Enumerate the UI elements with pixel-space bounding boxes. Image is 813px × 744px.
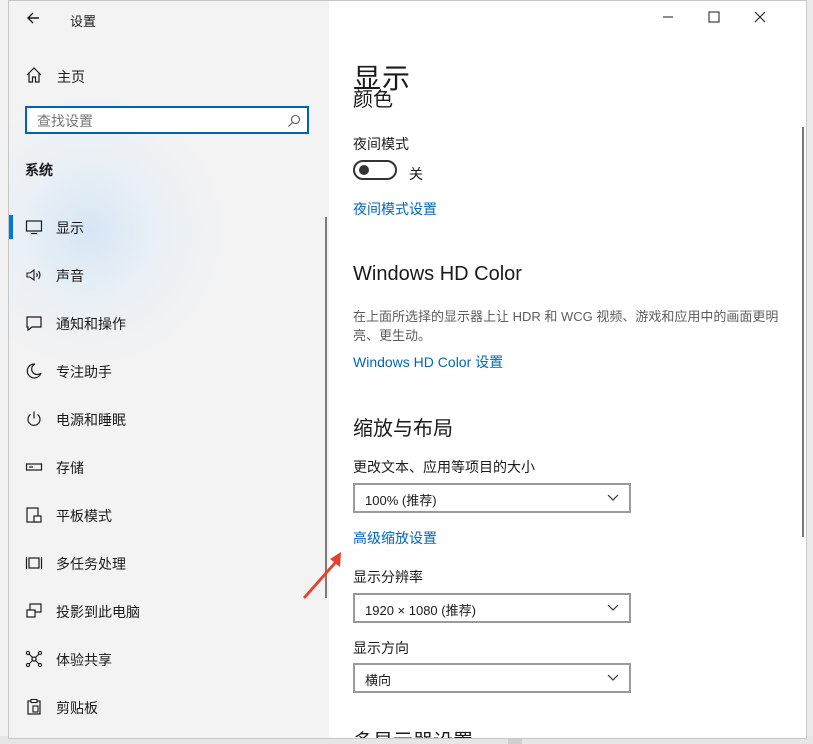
color-heading-text: 颜色 xyxy=(353,89,393,111)
project-icon xyxy=(26,603,42,618)
sidebar-item-focus-assist[interactable]: 专注助手 xyxy=(9,347,329,395)
moon-icon xyxy=(26,363,42,379)
sidebar-item-label: 多任务处理 xyxy=(56,556,126,572)
night-mode-label: 夜间模式 xyxy=(353,136,409,152)
sidebar-item-label: 剪贴板 xyxy=(56,700,98,716)
sidebar-item-tablet-mode[interactable]: 平板模式 xyxy=(9,491,329,539)
settings-window: 设置 主页 系统 显示 xyxy=(8,0,807,739)
advanced-scaling-link[interactable]: 高级缩放设置 xyxy=(353,528,437,548)
sidebar-item-label: 显示 xyxy=(56,220,84,236)
text-size-value: 100% (推荐) xyxy=(365,493,437,508)
sidebar-item-project-to-pc[interactable]: 投影到此电脑 xyxy=(9,587,329,635)
back-arrow-icon[interactable] xyxy=(23,7,45,29)
close-icon[interactable] xyxy=(752,9,768,25)
chevron-down-icon xyxy=(607,494,619,501)
chevron-down-icon xyxy=(607,604,619,611)
share-icon xyxy=(25,650,43,668)
multitask-icon xyxy=(25,557,43,569)
night-mode-toggle[interactable] xyxy=(353,160,397,180)
minimize-icon[interactable] xyxy=(660,9,676,25)
night-mode-state: 关 xyxy=(409,166,423,182)
resolution-dropdown[interactable]: 1920 × 1080 (推荐) xyxy=(353,593,631,623)
sidebar-item-label: 专注助手 xyxy=(56,364,112,380)
hdr-settings-link[interactable]: Windows HD Color 设置 xyxy=(353,352,503,372)
text-size-label: 更改文本、应用等项目的大小 xyxy=(353,459,535,475)
storage-icon xyxy=(25,463,43,471)
search-icon[interactable] xyxy=(287,114,301,128)
orientation-label: 显示方向 xyxy=(353,640,409,656)
home-icon xyxy=(26,67,42,83)
sidebar-item-label: 电源和睡眠 xyxy=(56,412,126,428)
orientation-dropdown[interactable]: 横向 xyxy=(353,663,631,693)
sidebar-item-label: 平板模式 xyxy=(56,508,112,524)
notification-icon xyxy=(26,316,42,332)
sidebar-scrollbar[interactable] xyxy=(325,217,327,598)
sidebar-item-display[interactable]: 显示 xyxy=(9,203,329,251)
window-controls xyxy=(656,1,806,33)
search-input[interactable] xyxy=(35,111,279,131)
selected-indicator xyxy=(9,215,13,239)
sidebar-nav: 显示 声音 通知和操作 专注助手 电源和睡眠 存储 平板模式 多任务处理 投影到… xyxy=(9,203,329,731)
sidebar-item-label: 投影到此电脑 xyxy=(56,604,140,620)
sidebar-item-label: 存储 xyxy=(56,460,84,476)
section-heading-system: 系统 xyxy=(25,162,53,178)
sidebar: 设置 主页 系统 显示 xyxy=(9,1,329,738)
sidebar-item-notifications[interactable]: 通知和操作 xyxy=(9,299,329,347)
hdr-description: 在上面所选择的显示器上让 HDR 和 WCG 视频、游戏和应用中的画面更明亮、更… xyxy=(353,309,779,343)
main-scrollbar[interactable] xyxy=(802,127,804,537)
sidebar-item-label: 声音 xyxy=(56,268,84,284)
home-label: 主页 xyxy=(57,69,85,85)
resolution-label: 显示分辨率 xyxy=(353,569,423,585)
search-box[interactable] xyxy=(25,106,309,134)
multi-display-heading: 多显示器设置 xyxy=(353,725,473,738)
chevron-down-icon xyxy=(607,674,619,681)
speaker-icon xyxy=(26,268,41,282)
sidebar-item-clipboard[interactable]: 剪贴板 xyxy=(9,683,329,731)
sidebar-item-shared-experiences[interactable]: 体验共享 xyxy=(9,635,329,683)
sidebar-item-home[interactable]: 主页 xyxy=(9,62,329,90)
resolution-value: 1920 × 1080 (推荐) xyxy=(365,603,476,618)
sidebar-item-label: 通知和操作 xyxy=(56,316,126,332)
clipboard-icon xyxy=(27,698,41,715)
main-content: 显示 颜色 夜间模式 关 夜间模式设置 Windows HD Color 在上面… xyxy=(329,1,806,738)
hdr-heading: Windows HD Color xyxy=(353,263,522,285)
sidebar-item-sound[interactable]: 声音 xyxy=(9,251,329,299)
window-title: 设置 xyxy=(70,14,97,29)
sidebar-item-label: 体验共享 xyxy=(56,652,112,668)
night-mode-settings-link[interactable]: 夜间模式设置 xyxy=(353,199,437,219)
sidebar-item-power-sleep[interactable]: 电源和睡眠 xyxy=(9,395,329,443)
scale-layout-heading: 缩放与布局 xyxy=(353,418,453,440)
monitor-icon xyxy=(25,220,43,235)
annotation-arrow-icon xyxy=(303,552,341,599)
color-section-heading: 颜色 xyxy=(353,89,653,111)
sidebar-item-multitasking[interactable]: 多任务处理 xyxy=(9,539,329,587)
toggle-knob xyxy=(359,165,369,175)
orientation-value: 横向 xyxy=(365,673,392,688)
maximize-icon[interactable] xyxy=(706,9,722,25)
sidebar-item-storage[interactable]: 存储 xyxy=(9,443,329,491)
text-size-dropdown[interactable]: 100% (推荐) xyxy=(353,483,631,513)
tablet-icon xyxy=(26,507,42,523)
power-icon xyxy=(27,411,41,426)
